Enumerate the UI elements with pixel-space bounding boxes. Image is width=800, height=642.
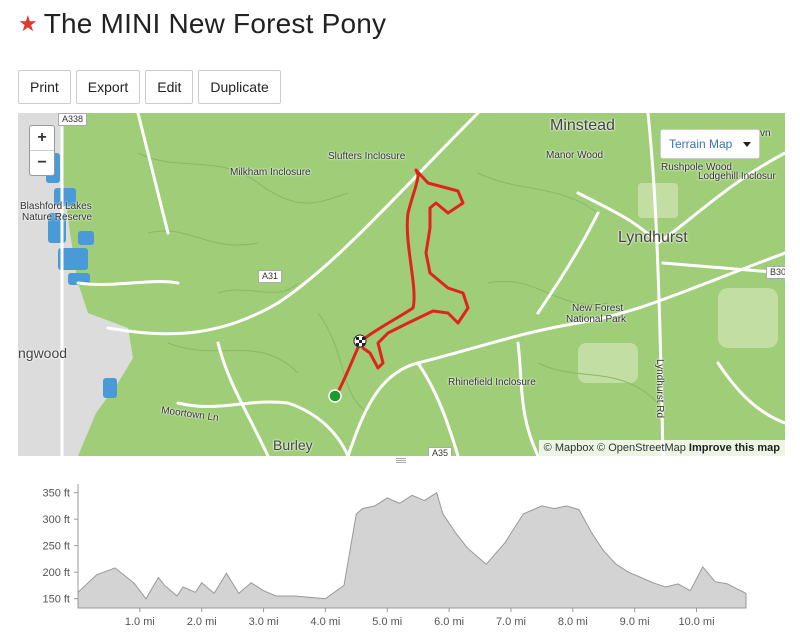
road-shield-a338: A338: [58, 113, 88, 126]
map-layer-label: Terrain Map: [669, 137, 733, 151]
map-label-lyndhurst: Lyndhurst: [618, 229, 688, 246]
edit-button[interactable]: Edit: [145, 70, 194, 104]
map-label-new-forest: New Forest: [572, 303, 624, 314]
y-tick-label: 300 ft: [42, 514, 70, 526]
map-label-minstead: Minstead: [550, 117, 615, 134]
resize-handle[interactable]: [396, 457, 406, 463]
y-tick-label: 350 ft: [42, 488, 70, 500]
attribution-osm[interactable]: © OpenStreetMap: [597, 442, 686, 454]
x-tick-label: 3.0 mi: [249, 616, 279, 628]
map-label-blashford: Blashford Lakes: [20, 201, 92, 212]
y-tick-label: 250 ft: [42, 541, 70, 553]
road-shield-a31: A31: [258, 270, 283, 283]
print-button[interactable]: Print: [18, 70, 71, 104]
map-label-ringwood: ngwood: [18, 345, 68, 361]
map-attribution: © Mapbox © OpenStreetMap Improve this ma…: [538, 440, 785, 456]
x-tick-label: 5.0 mi: [372, 616, 402, 628]
route-line: [334, 168, 470, 398]
y-tick-label: 150 ft: [42, 594, 70, 606]
y-tick-label: 200 ft: [42, 567, 70, 579]
elevation-area: [77, 491, 747, 609]
x-tick-label: 8.0 mi: [558, 616, 588, 628]
map-label-lodgehill: Lodgehill Inclosur: [698, 171, 776, 182]
x-tick-label: 10.0 mi: [678, 616, 714, 628]
map-label-manor-wood: Manor Wood: [546, 150, 604, 161]
x-tick-label: 2.0 mi: [187, 616, 217, 628]
zoom-control: + −: [29, 125, 55, 176]
caret-down-icon: [743, 141, 751, 147]
road-shield-b30: B30: [766, 266, 785, 279]
x-tick-label: 4.0 mi: [310, 616, 340, 628]
zoom-in-button[interactable]: +: [30, 126, 54, 150]
attribution-mapbox[interactable]: © Mapbox: [544, 442, 594, 454]
start-marker: [328, 389, 342, 403]
x-tick-label: 9.0 mi: [620, 616, 650, 628]
map-label-rhinefield: Rhinefield Inclosure: [448, 377, 536, 388]
road-shield-a35: A35: [428, 447, 453, 456]
title-row: ★ The MINI New Forest Pony: [18, 4, 386, 44]
zoom-out-button[interactable]: −: [30, 150, 54, 175]
map-layer-select[interactable]: Terrain Map: [660, 129, 760, 159]
x-tick-label: 6.0 mi: [434, 616, 464, 628]
map-label-lyndhurst-rd: Lyndhurst Rd: [654, 358, 666, 419]
export-button[interactable]: Export: [75, 70, 141, 104]
star-icon[interactable]: ★: [18, 13, 38, 35]
page-title: The MINI New Forest Pony: [43, 8, 387, 39]
duplicate-button[interactable]: Duplicate: [198, 70, 281, 104]
improve-map-link[interactable]: Improve this map: [689, 442, 780, 454]
x-tick-label: 1.0 mi: [125, 616, 155, 628]
route-map[interactable]: + − Terrain Map Minstead Manor Wood Sluf…: [18, 113, 785, 456]
map-label-milkham: Milkham Inclosure: [230, 167, 311, 178]
map-label-slufters: Slufters Inclosure: [328, 151, 406, 162]
toolbar: Print Export Edit Duplicate: [18, 70, 281, 104]
map-label-national-park: National Park: [566, 314, 627, 325]
x-tick-label: 7.0 mi: [496, 616, 526, 628]
map-label-nature-reserve: Nature Reserve: [22, 212, 93, 223]
map-label-burley: Burley: [273, 437, 313, 453]
elevation-chart: 350 ft 300 ft 250 ft 200 ft 150 ft 1.0 mi 2.0…: [42, 484, 747, 628]
map-label-vn: vn: [760, 128, 771, 139]
